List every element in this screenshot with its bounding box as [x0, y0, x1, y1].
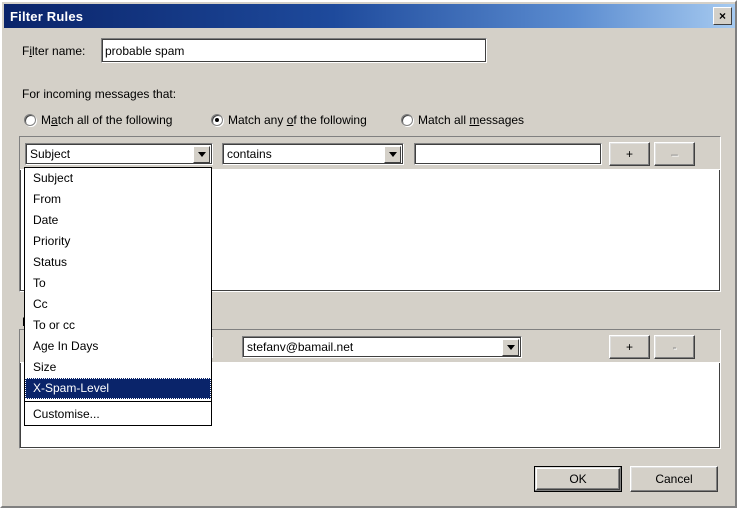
cancel-button[interactable]: Cancel	[630, 466, 718, 492]
condition-field-value: Subject	[30, 147, 71, 161]
dropdown-item-date[interactable]: Date	[25, 210, 211, 231]
remove-condition-button[interactable]: –	[654, 142, 695, 166]
dropdown-item-subject[interactable]: Subject	[25, 168, 211, 189]
add-condition-button[interactable]: +	[609, 142, 650, 166]
plus-icon: +	[625, 147, 633, 161]
minus-icon: –	[671, 147, 678, 161]
filter-name-label: Filter name:	[22, 44, 86, 58]
add-action-button[interactable]: +	[609, 335, 650, 359]
chevron-down-icon[interactable]	[384, 145, 401, 163]
radio-label: Match any of the following	[228, 113, 367, 127]
dropdown-item-age-in-days[interactable]: Age In Days	[25, 336, 211, 357]
dropdown-item-x-spam-level[interactable]: X-Spam-Level	[25, 378, 211, 399]
radio-indicator	[211, 114, 223, 126]
filter-name-input[interactable]: probable spam	[101, 38, 487, 63]
filter-rules-dialog: Filter Rules × Filter name: probable spa…	[0, 0, 737, 508]
radio-label: Match all of the following	[41, 113, 173, 127]
radio-match-any-of-following[interactable]: Match any of the following	[211, 113, 367, 127]
plus-icon: +	[625, 340, 633, 354]
radio-match-all-messages[interactable]: Match all messages	[401, 113, 524, 127]
radio-match-all-of-following[interactable]: Match all of the following	[24, 113, 172, 127]
dropdown-item-to[interactable]: To	[25, 273, 211, 294]
dropdown-separator	[25, 401, 211, 402]
radio-indicator	[401, 114, 413, 126]
dropdown-item-customise[interactable]: Customise...	[25, 404, 211, 425]
condition-operator-value: contains	[227, 147, 272, 161]
chevron-down-icon[interactable]	[193, 145, 210, 163]
close-icon[interactable]: ×	[713, 7, 732, 25]
window-title: Filter Rules	[10, 8, 84, 24]
dropdown-item-cc[interactable]: Cc	[25, 294, 211, 315]
cancel-button-label: Cancel	[655, 472, 693, 486]
radio-indicator	[24, 114, 36, 126]
minus-icon: -	[672, 340, 677, 354]
dropdown-item-to-or-cc[interactable]: To or cc	[25, 315, 211, 336]
ok-button-inner: OK	[536, 468, 620, 490]
action-target-value: stefanv@bamail.net	[247, 340, 354, 354]
dropdown-item-from[interactable]: From	[25, 189, 211, 210]
field-dropdown-popup[interactable]: Subject From Date Priority Status To Cc …	[24, 167, 212, 426]
incoming-messages-label: For incoming messages that:	[22, 87, 177, 101]
dropdown-item-status[interactable]: Status	[25, 252, 211, 273]
remove-action-button[interactable]: -	[654, 335, 695, 359]
filter-name-value: probable spam	[105, 43, 185, 58]
ok-button[interactable]: OK	[534, 466, 622, 492]
title-bar: Filter Rules ×	[4, 4, 735, 28]
action-target-combo[interactable]: stefanv@bamail.net	[242, 336, 522, 358]
dropdown-item-priority[interactable]: Priority	[25, 231, 211, 252]
chevron-down-icon[interactable]	[502, 338, 519, 356]
ok-button-label: OK	[569, 472, 587, 486]
condition-value-input[interactable]	[414, 143, 602, 165]
dropdown-item-size[interactable]: Size	[25, 357, 211, 378]
condition-field-combo[interactable]: Subject	[25, 143, 213, 165]
close-glyph: ×	[718, 9, 726, 23]
condition-operator-combo[interactable]: contains	[222, 143, 404, 165]
radio-label: Match all messages	[418, 113, 525, 127]
